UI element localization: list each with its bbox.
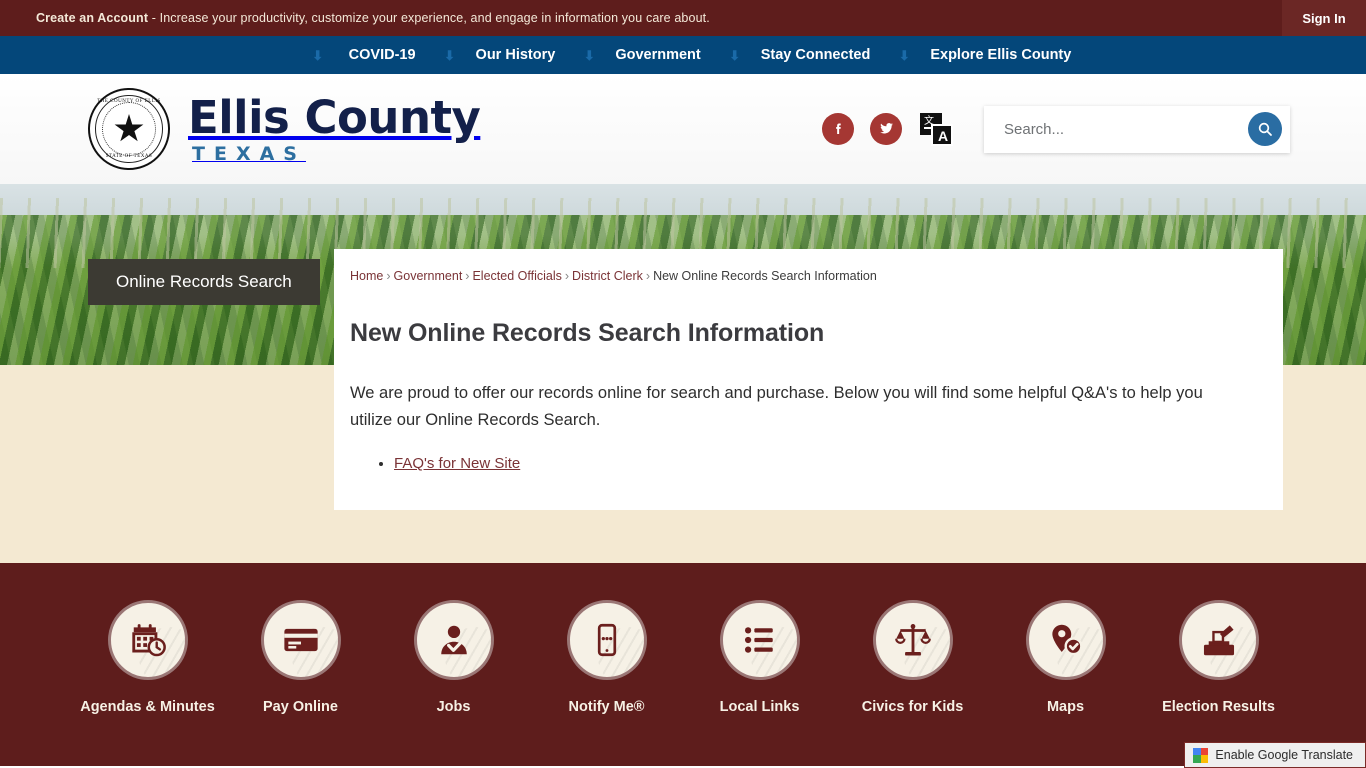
quick-link-label: Civics for Kids: [861, 699, 964, 715]
map-pin-check-icon: [1025, 600, 1106, 680]
content-band: Home › Government › Elected Officials › Distri…: [0, 249, 1366, 563]
wordmark: Ellis County TEXAS: [188, 90, 481, 165]
quick-link-local-links[interactable]: Local Links: [683, 600, 836, 718]
nav-label: Stay Connected: [760, 47, 871, 63]
seal-star-icon: [114, 114, 144, 142]
search-submit-button[interactable]: [1248, 112, 1282, 146]
footer-quick-links: Agendas & Minutes Pay Online Jobs Notify…: [0, 563, 1366, 766]
breadcrumb-separator: ›: [386, 269, 391, 283]
nav-label: COVID-19: [348, 47, 416, 63]
enable-google-translate-button[interactable]: Enable Google Translate: [1184, 742, 1366, 768]
site-logo-link[interactable]: THE COUNTY OF ELLIS STATE OF TEXAS Ellis…: [88, 88, 481, 170]
page-title: New Online Records Search Information: [350, 319, 825, 347]
site-header: THE COUNTY OF ELLIS STATE OF TEXAS Ellis…: [0, 74, 1366, 184]
chevron-down-icon: ⬇: [729, 47, 741, 63]
translate-icon[interactable]: 文 A: [918, 111, 954, 147]
wordmark-state-name: TEXAS: [192, 142, 306, 165]
page-section-title: Online Records Search: [88, 259, 320, 305]
quick-link-notify-me[interactable]: Notify Me®: [530, 600, 683, 718]
chevron-down-icon: ⬇: [898, 47, 910, 63]
breadcrumb-separator: ›: [645, 269, 651, 283]
quick-link-label: Pay Online: [263, 699, 338, 715]
quick-link-pay-online[interactable]: Pay Online: [224, 600, 377, 718]
create-account-message[interactable]: Create an Account - Increase your produc…: [36, 11, 710, 25]
site-search: [984, 105, 1290, 153]
quick-link-label: Jobs: [436, 699, 471, 715]
google-logo-icon: [1193, 747, 1209, 763]
mobile-phone-icon: [566, 600, 647, 680]
create-account-link[interactable]: Create an Account: [36, 11, 148, 25]
nav-item-covid-19[interactable]: ⬇ COVID-19: [287, 47, 424, 63]
county-seal-icon: THE COUNTY OF ELLIS STATE OF TEXAS: [88, 88, 170, 170]
breadcrumb-item-district-clerk[interactable]: District Clerk: [572, 269, 643, 283]
header-tools: 文 A: [822, 105, 1290, 153]
breadcrumb-separator: ›: [564, 269, 570, 283]
breadcrumb-item-elected-officials[interactable]: Elected Officials: [472, 269, 561, 283]
breadcrumb-item-home[interactable]: Home: [350, 269, 383, 283]
intro-paragraph: We are proud to offer our records online…: [350, 384, 1203, 429]
facebook-icon[interactable]: [822, 113, 854, 145]
breadcrumb: Home › Government › Elected Officials › Distri…: [350, 267, 1233, 283]
nav-item-our-history[interactable]: ⬇ Our History: [424, 47, 564, 63]
quick-link-election-results[interactable]: Election Results: [1142, 600, 1295, 718]
seal-top-text: THE COUNTY OF ELLIS: [97, 99, 161, 104]
nav-item-explore-ellis-county[interactable]: ⬇ Explore Ellis County: [878, 47, 1079, 63]
nav-item-stay-connected[interactable]: ⬇ Stay Connected: [709, 47, 879, 63]
quick-link-civics-for-kids[interactable]: Civics for Kids: [836, 600, 989, 718]
nav-label: Our History: [475, 47, 556, 63]
main-navigation: ⬇ COVID-19 ⬇ Our History ⬇ Government ⬇ …: [0, 36, 1366, 74]
faq-new-site-link[interactable]: FAQ's for New Site: [394, 455, 520, 472]
credit-card-icon: [260, 600, 341, 680]
seal-bottom-text: STATE OF TEXAS: [105, 154, 153, 159]
breadcrumb-separator: ›: [465, 269, 470, 283]
quick-link-label: Election Results: [1162, 699, 1275, 715]
search-input[interactable]: [1004, 120, 1248, 138]
chevron-down-icon: ⬇: [312, 47, 324, 63]
chevron-down-icon: ⬇: [444, 47, 455, 63]
quick-link-label: Agendas & Minutes: [80, 699, 215, 715]
content-card: Home › Government › Elected Officials › Distri…: [334, 249, 1283, 510]
wordmark-county-name: Ellis County: [188, 90, 481, 144]
breadcrumb-item-government[interactable]: Government: [394, 269, 463, 283]
quick-link-jobs[interactable]: Jobs: [377, 600, 530, 718]
nav-item-government[interactable]: ⬇ Government: [563, 47, 708, 63]
person-check-icon: [413, 600, 494, 680]
create-account-message-rest: - Increase your productivity, customize …: [148, 11, 710, 25]
quick-link-agendas-minutes[interactable]: Agendas & Minutes: [71, 600, 224, 718]
nav-label: Explore Ellis County: [930, 47, 1072, 63]
list-item: FAQ's for New Site: [394, 455, 1233, 472]
calendar-clock-icon: [107, 600, 188, 680]
nav-label: Government: [615, 47, 701, 63]
sign-in-button[interactable]: Sign In: [1282, 0, 1366, 36]
svg-text:A: A: [938, 128, 948, 144]
chevron-down-icon: ⬇: [583, 47, 595, 63]
resource-link-list: FAQ's for New Site: [350, 455, 1233, 472]
quick-link-maps[interactable]: Maps: [989, 600, 1142, 718]
top-utility-bar: Create an Account - Increase your produc…: [0, 0, 1366, 36]
quick-link-label: Notify Me®: [568, 699, 645, 715]
breadcrumb-item-current: New Online Records Search Information: [653, 269, 877, 283]
scales-of-justice-icon: [872, 600, 953, 680]
quick-link-label: Maps: [1046, 699, 1085, 715]
google-translate-label: Enable Google Translate: [1215, 748, 1353, 762]
ballot-box-icon: [1178, 600, 1259, 680]
twitter-icon[interactable]: [870, 113, 902, 145]
bullet-list-icon: [719, 600, 800, 680]
quick-link-label: Local Links: [719, 699, 800, 715]
